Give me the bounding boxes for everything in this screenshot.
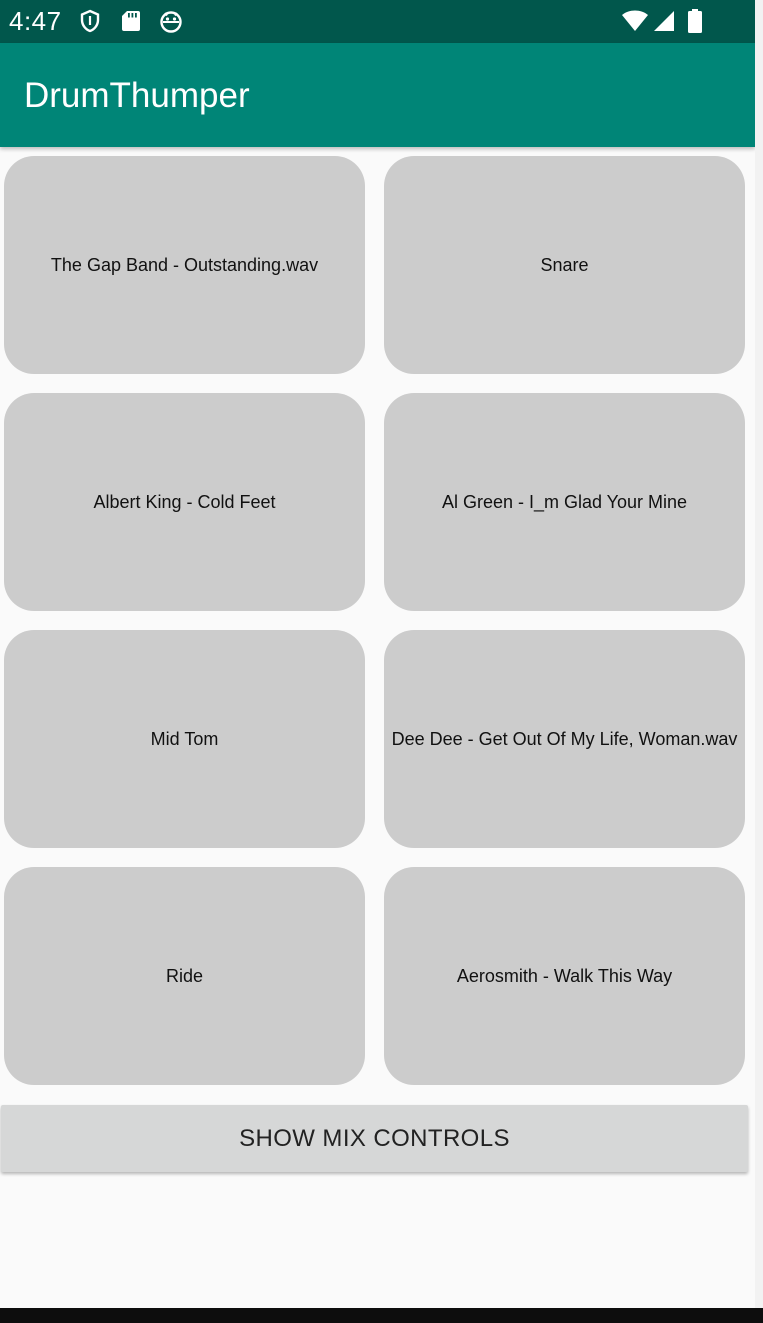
- drum-pad[interactable]: Albert King - Cold Feet: [4, 393, 365, 611]
- shield-icon: [78, 9, 102, 33]
- drum-pad[interactable]: Snare: [384, 156, 745, 374]
- app-screen: 4:47 DrumThumper The Gap Band - Outstand…: [0, 0, 755, 1308]
- show-mix-controls-label: SHOW MIX CONTROLS: [239, 1124, 510, 1152]
- drum-pad-label: Al Green - I_m Glad Your Mine: [441, 492, 688, 512]
- drum-pad-label: Snare: [540, 255, 589, 275]
- drum-pad[interactable]: Dee Dee - Get Out Of My Life, Woman.wav: [384, 630, 745, 848]
- status-bar: 4:47: [0, 0, 755, 43]
- show-mix-controls-button[interactable]: SHOW MIX CONTROLS: [1, 1105, 748, 1172]
- app-title: DrumThumper: [24, 76, 250, 115]
- drum-pad[interactable]: The Gap Band - Outstanding.wav: [4, 156, 365, 374]
- drum-pad-label: Ride: [165, 966, 204, 986]
- wifi-icon: [621, 9, 649, 33]
- android-head-icon: [159, 9, 183, 33]
- drum-pad[interactable]: Aerosmith - Walk This Way: [384, 867, 745, 1085]
- drum-pad-label: The Gap Band - Outstanding.wav: [50, 255, 319, 275]
- status-time: 4:47: [9, 6, 62, 36]
- battery-icon: [685, 9, 705, 33]
- navigation-bar: [0, 1308, 763, 1323]
- drum-pad-grid: The Gap Band - Outstanding.wav Snare Alb…: [0, 147, 755, 1097]
- sd-card-icon: [119, 9, 143, 33]
- drum-pad-label: Dee Dee - Get Out Of My Life, Woman.wav: [391, 729, 738, 749]
- drum-pad[interactable]: Ride: [4, 867, 365, 1085]
- screen-edge: [755, 0, 763, 1323]
- drum-pad-label: Mid Tom: [150, 729, 219, 749]
- signal-icon: [652, 9, 676, 33]
- drum-pad[interactable]: Mid Tom: [4, 630, 365, 848]
- app-bar: DrumThumper: [0, 43, 755, 147]
- drum-pad-label: Albert King - Cold Feet: [93, 492, 276, 512]
- drum-pad-label: Aerosmith - Walk This Way: [456, 966, 673, 986]
- drum-pad[interactable]: Al Green - I_m Glad Your Mine: [384, 393, 745, 611]
